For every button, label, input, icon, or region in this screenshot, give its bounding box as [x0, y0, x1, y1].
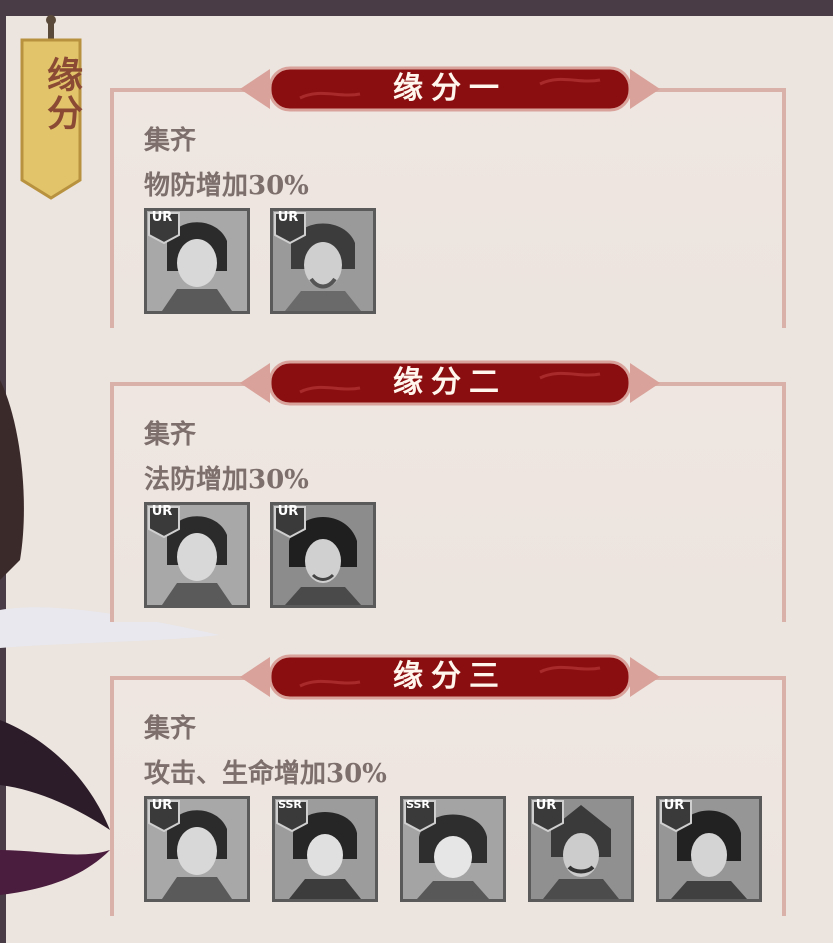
- hero-card[interactable]: UR: [656, 796, 762, 902]
- bond-requirement: 集齐: [144, 420, 197, 450]
- hero-card[interactable]: UR: [270, 502, 376, 608]
- hero-card[interactable]: SSR: [400, 796, 506, 902]
- hero-list: UR UR: [144, 502, 784, 612]
- bond-banner-tag: 缘分: [20, 12, 83, 200]
- hero-list: UR UR: [144, 208, 784, 318]
- rarity-label: SSR: [278, 798, 302, 811]
- bond-title: 缘分二: [393, 365, 507, 400]
- bond-section-1: 缘分一 集齐 物防增加30% UR UR: [110, 64, 790, 330]
- bond-section-3: 缘分三 集齐 攻击、生命增加30% UR SSR SSR UR UR: [110, 652, 790, 918]
- rarity-label: UR: [277, 504, 299, 519]
- rarity-label: UR: [663, 798, 685, 813]
- hero-card[interactable]: SSR: [272, 796, 378, 902]
- bond-requirement: 集齐: [144, 714, 197, 744]
- rarity-label: UR: [151, 504, 173, 519]
- bond-title-bar: 缘分三: [240, 652, 660, 702]
- hero-card[interactable]: UR: [144, 208, 250, 314]
- top-frame-border: [0, 0, 833, 16]
- hero-card[interactable]: UR: [144, 502, 250, 608]
- hero-card[interactable]: UR: [144, 796, 250, 902]
- bond-effect: 法防增加30%: [144, 465, 309, 495]
- rarity-label: UR: [151, 210, 173, 225]
- hero-card[interactable]: UR: [270, 208, 376, 314]
- banner-label: 缘分: [41, 56, 83, 132]
- bond-title-bar: 缘分二: [240, 358, 660, 408]
- rarity-label: UR: [277, 210, 299, 225]
- bond-section-2: 缘分二 集齐 法防增加30% UR UR: [110, 358, 790, 624]
- rarity-label: UR: [535, 798, 557, 813]
- bond-effect: 物防增加30%: [144, 171, 309, 201]
- hero-list: UR SSR SSR UR UR: [144, 796, 784, 906]
- bond-title-bar: 缘分一: [240, 64, 660, 114]
- rarity-label: UR: [151, 798, 173, 813]
- hero-card[interactable]: UR: [528, 796, 634, 902]
- bond-requirement: 集齐: [144, 126, 197, 156]
- rarity-label: SSR: [406, 798, 430, 811]
- bond-title: 缘分一: [393, 71, 507, 106]
- bond-title: 缘分三: [393, 659, 507, 694]
- bond-effect: 攻击、生命增加30%: [144, 759, 387, 789]
